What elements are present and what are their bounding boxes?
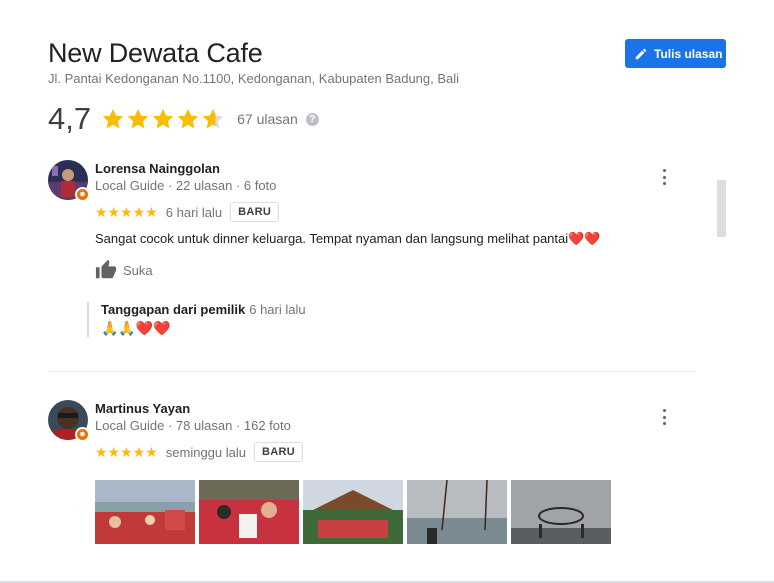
write-review-button[interactable]: Tulis ulasan <box>625 39 726 68</box>
rating-stars <box>101 107 225 131</box>
like-button[interactable]: Suka <box>95 259 153 281</box>
review-rating-line: ★★★★★ seminggu lalu BARU <box>95 442 303 462</box>
local-guide-badge-icon: ✸ <box>75 427 90 442</box>
review-item: ✸ Lorensa Nainggolan Local Guide · 22 ul… <box>48 160 698 360</box>
review-item: ✸ Martinus Yayan Local Guide · 78 ulasan… <box>48 400 698 550</box>
review-text: Sangat cocok untuk dinner keluarga. Temp… <box>95 231 601 246</box>
rating-summary: 4,7 67 ulasan ? <box>48 101 319 137</box>
help-icon[interactable]: ? <box>305 112 319 126</box>
reviewer-name[interactable]: Lorensa Nainggolan <box>95 161 220 176</box>
review-photo[interactable] <box>407 480 507 544</box>
star-icon <box>127 109 149 129</box>
review-stars: ★★★★★ <box>95 444 158 460</box>
like-label: Suka <box>123 262 153 278</box>
review-time: seminggu lalu <box>165 444 246 460</box>
owner-reply: Tanggapan dari pemilik 6 hari lalu 🙏🙏❤️❤️ <box>87 302 306 337</box>
more-vert-icon[interactable] <box>659 409 669 425</box>
owner-reply-heading: Tanggapan dari pemilik 6 hari lalu <box>101 302 306 317</box>
review-photo[interactable] <box>199 480 299 544</box>
review-divider <box>48 371 696 372</box>
owner-reply-text: 🙏🙏❤️❤️ <box>101 320 171 336</box>
scrollbar-thumb[interactable] <box>717 180 726 237</box>
place-address: Jl. Pantai Kedonganan No.1100, Kedongana… <box>48 71 460 86</box>
owner-reply-time: 6 hari lalu <box>249 302 306 317</box>
pencil-icon <box>635 48 647 59</box>
place-title: New Dewata Cafe <box>48 38 263 68</box>
star-icon <box>177 109 199 129</box>
star-half-icon <box>202 109 224 129</box>
reviewer-meta[interactable]: Local Guide · 22 ulasan · 6 foto <box>95 178 276 193</box>
review-photos <box>95 480 611 544</box>
reviewer-meta[interactable]: Local Guide · 78 ulasan · 162 foto <box>95 418 291 433</box>
more-vert-icon[interactable] <box>659 169 669 185</box>
reviewer-name[interactable]: Martinus Yayan <box>95 401 190 416</box>
review-rating-line: ★★★★★ 6 hari lalu BARU <box>95 202 280 222</box>
review-photo[interactable] <box>303 480 403 544</box>
review-count[interactable]: 67 ulasan <box>237 111 298 127</box>
local-guide-badge-icon: ✸ <box>75 187 90 202</box>
review-photo[interactable] <box>511 480 611 544</box>
review-photo[interactable] <box>95 480 195 544</box>
star-icon <box>102 109 124 129</box>
review-stars: ★★★★★ <box>95 204 158 220</box>
review-time: 6 hari lalu <box>165 204 223 220</box>
thumb-up-icon <box>95 259 117 279</box>
new-badge: BARU <box>230 202 280 222</box>
new-badge: BARU <box>253 442 303 462</box>
write-review-label: Tulis ulasan <box>654 46 723 61</box>
star-icon <box>152 109 174 129</box>
rating-value: 4,7 <box>48 101 92 136</box>
